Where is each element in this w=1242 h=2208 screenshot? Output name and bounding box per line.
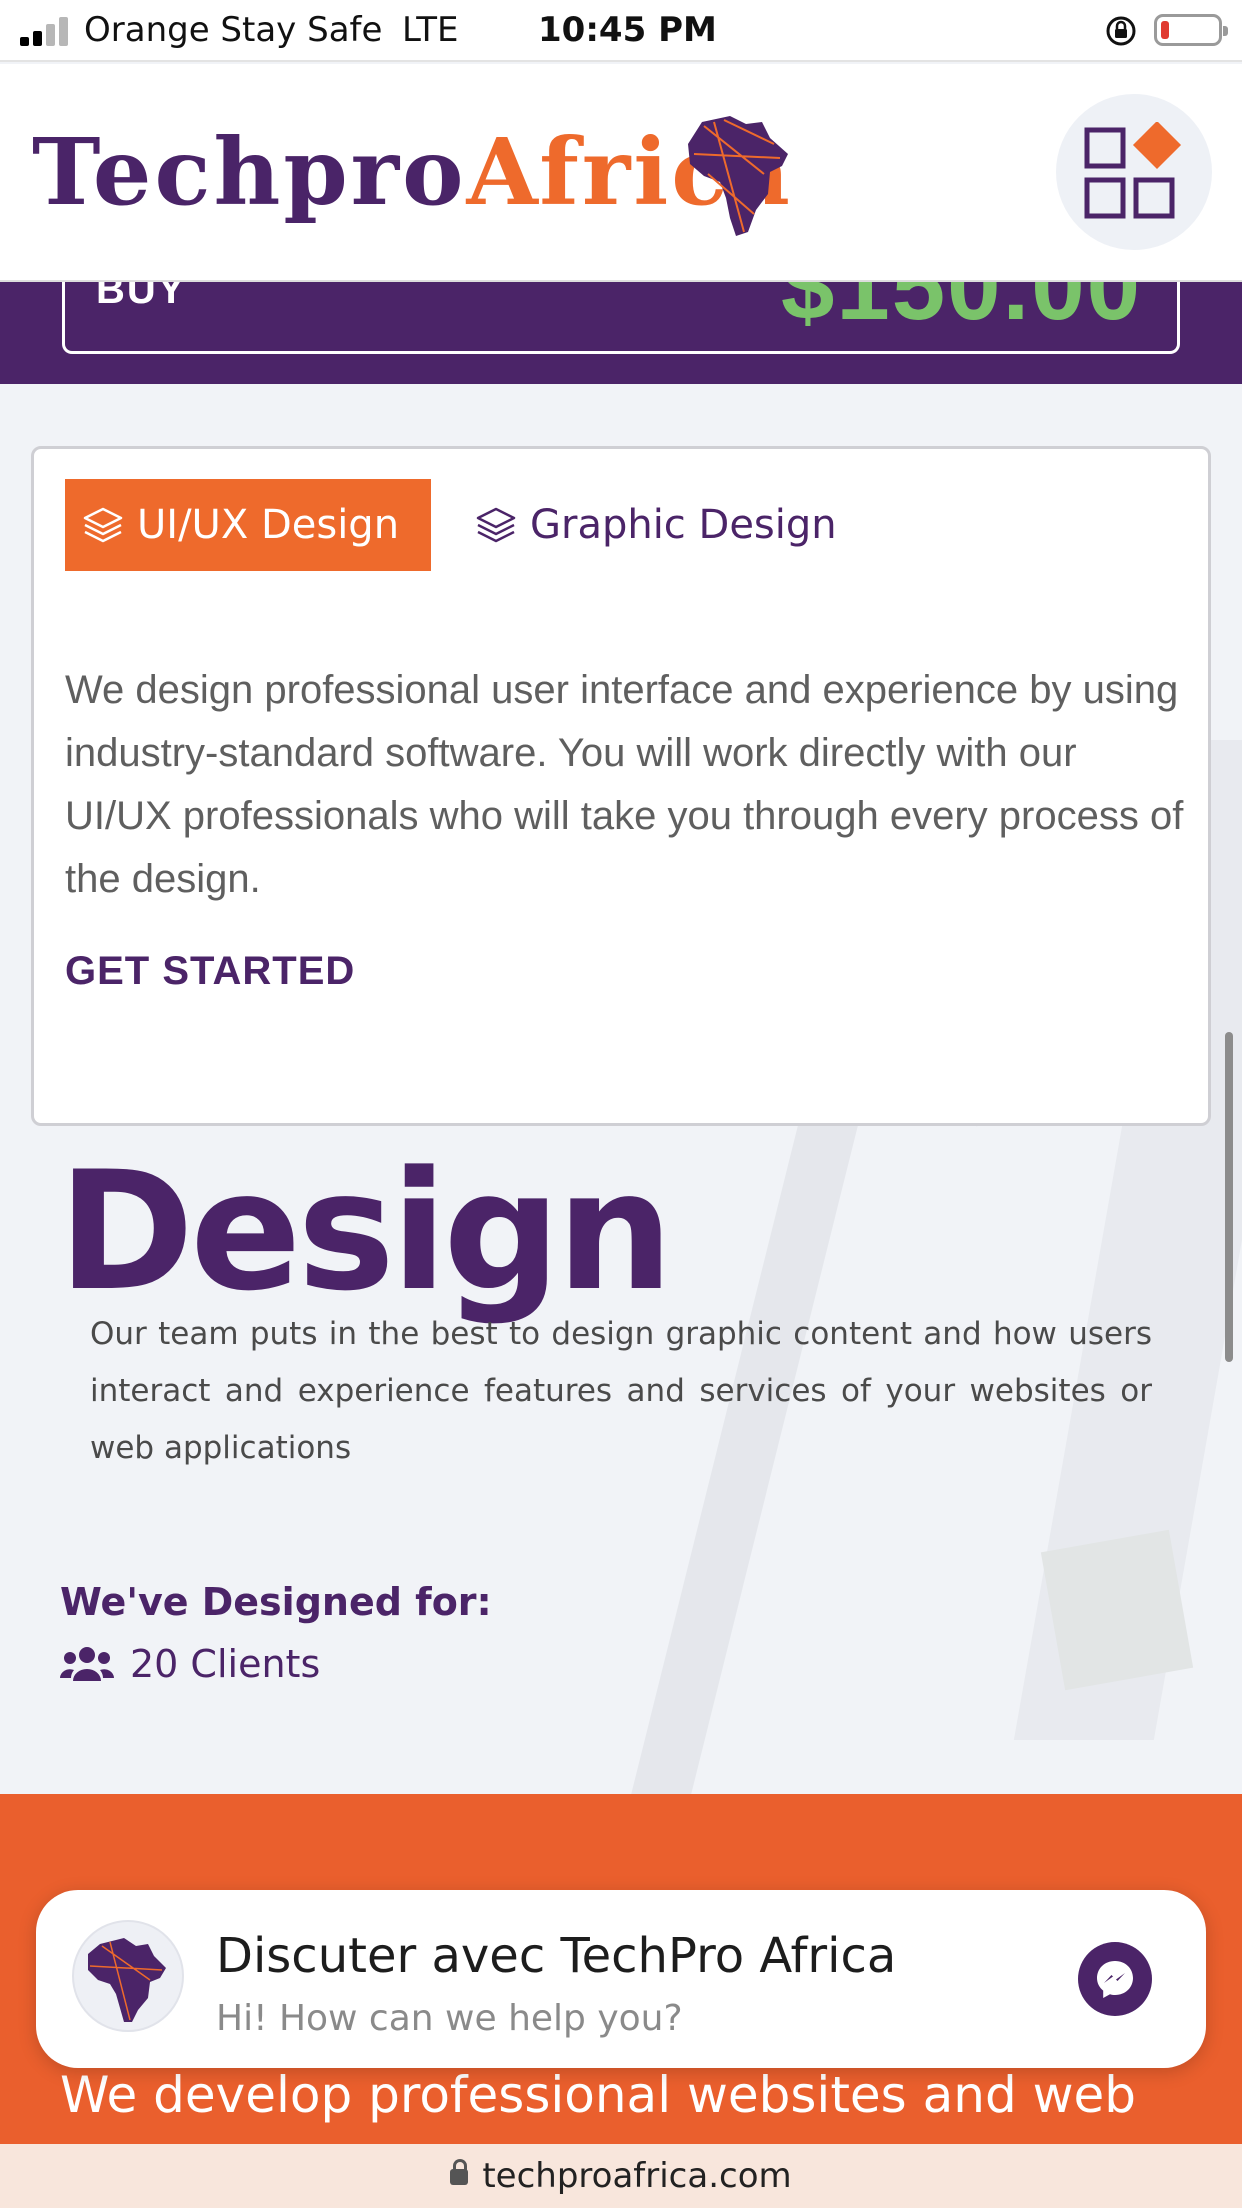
page-scrollbar[interactable]: [1225, 1032, 1233, 1362]
clients-text: 20 Clients: [130, 1642, 321, 1686]
url-text: techproafrica.com: [482, 2156, 792, 2196]
logo-text-techpro: Techpro: [32, 118, 467, 226]
menu-button[interactable]: [1056, 94, 1212, 250]
tab-ui-ux-design[interactable]: UI/UX Design: [65, 479, 431, 571]
status-bar: Orange Stay Safe LTE 10:45 PM: [0, 0, 1242, 62]
site-header: TechproAfrica: [0, 64, 1242, 282]
tab-graphic-design[interactable]: Graphic Design: [474, 479, 837, 571]
signal-strength-icon: [20, 16, 72, 46]
layers-icon: [476, 507, 516, 543]
lock-icon: [450, 2159, 469, 2185]
section-heading: Design: [58, 1136, 673, 1327]
chat-widget[interactable]: Discuter avec TechPro Africa Hi! How can…: [36, 1890, 1206, 2068]
services-tab-card: UI/UX Design Graphic Design We design pr…: [31, 446, 1211, 1126]
tab-label: UI/UX Design: [137, 502, 400, 548]
apps-grid-icon: [1084, 122, 1182, 219]
battery-icon: [1154, 14, 1228, 46]
chat-title: Discuter avec TechPro Africa: [216, 1928, 897, 1984]
tab-description: We design professional user interface an…: [65, 668, 1184, 901]
rotation-lock-icon: [1106, 16, 1136, 46]
clock: 10:45 PM: [538, 10, 717, 50]
browser-url-bar[interactable]: techproafrica.com: [0, 2144, 1242, 2208]
africa-map-icon: [688, 116, 788, 236]
site-logo[interactable]: TechproAfrica: [32, 126, 793, 218]
avatar: [72, 1920, 184, 2032]
url-display: techproafrica.com: [0, 2156, 1242, 2196]
layers-icon: [83, 507, 123, 543]
messenger-icon: [1097, 1961, 1133, 1998]
users-icon: [60, 1647, 114, 1681]
get-started-link[interactable]: GET STARTED: [65, 949, 355, 994]
development-heading: We develop professional websites and web: [60, 2066, 1136, 2124]
designed-for-label: We've Designed for:: [60, 1580, 492, 1624]
tab-label: Graphic Design: [530, 502, 837, 548]
messenger-button[interactable]: [1078, 1942, 1152, 2016]
section-paragraph: Our team puts in the best to design grap…: [90, 1316, 1152, 1466]
network-type: LTE: [402, 10, 459, 50]
clients-count: 20 Clients: [60, 1642, 320, 1686]
carrier-name: Orange Stay Safe: [84, 10, 383, 50]
africa-map-icon: [88, 1938, 166, 2022]
chat-subtitle: Hi! How can we help you?: [216, 1998, 683, 2039]
